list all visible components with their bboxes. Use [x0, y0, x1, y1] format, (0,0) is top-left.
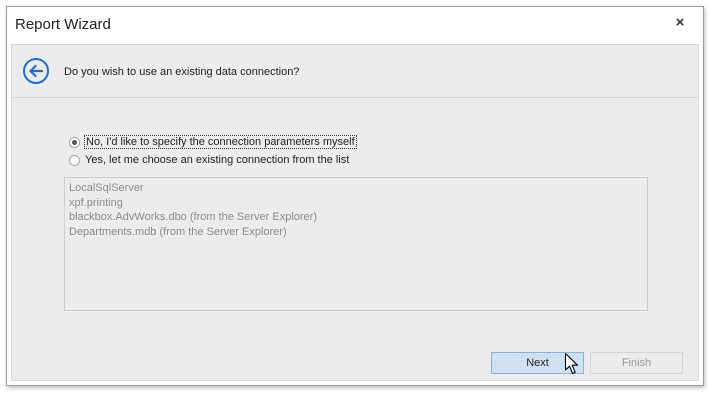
wizard-header: Do you wish to use an existing data conn… [12, 45, 698, 98]
page-question: Do you wish to use an existing data conn… [64, 66, 300, 78]
report-wizard-window: Report Wizard × Do you wish to use an ex… [6, 6, 704, 386]
option-specify-label: No, I'd like to specify the connection p… [84, 135, 357, 149]
radio-existing-connection[interactable] [69, 154, 80, 166]
list-item[interactable]: Departments.mdb (from the Server Explore… [69, 225, 643, 240]
list-item[interactable]: LocalSqlServer [69, 181, 643, 196]
radio-specify-parameters[interactable] [69, 136, 80, 148]
list-item[interactable]: blackbox.AdvWorks.dbo (from the Server E… [69, 210, 643, 225]
back-arrow-icon[interactable] [22, 57, 50, 85]
list-item[interactable]: xpf.printing [69, 196, 643, 211]
option-existing-connection[interactable]: Yes, let me choose an existing connectio… [69, 152, 349, 168]
mouse-pointer-icon [564, 352, 579, 375]
title-bar: Report Wizard × [7, 7, 703, 43]
close-button[interactable]: × [671, 14, 689, 32]
finish-button[interactable]: Finish [590, 352, 683, 374]
option-existing-label: Yes, let me choose an existing connectio… [85, 154, 350, 166]
wizard-body: Do you wish to use an existing data conn… [11, 44, 699, 381]
option-specify-parameters[interactable]: No, I'd like to specify the connection p… [69, 134, 357, 150]
connection-list[interactable]: LocalSqlServer xpf.printing blackbox.Adv… [64, 177, 648, 311]
window-title: Report Wizard [15, 16, 111, 33]
